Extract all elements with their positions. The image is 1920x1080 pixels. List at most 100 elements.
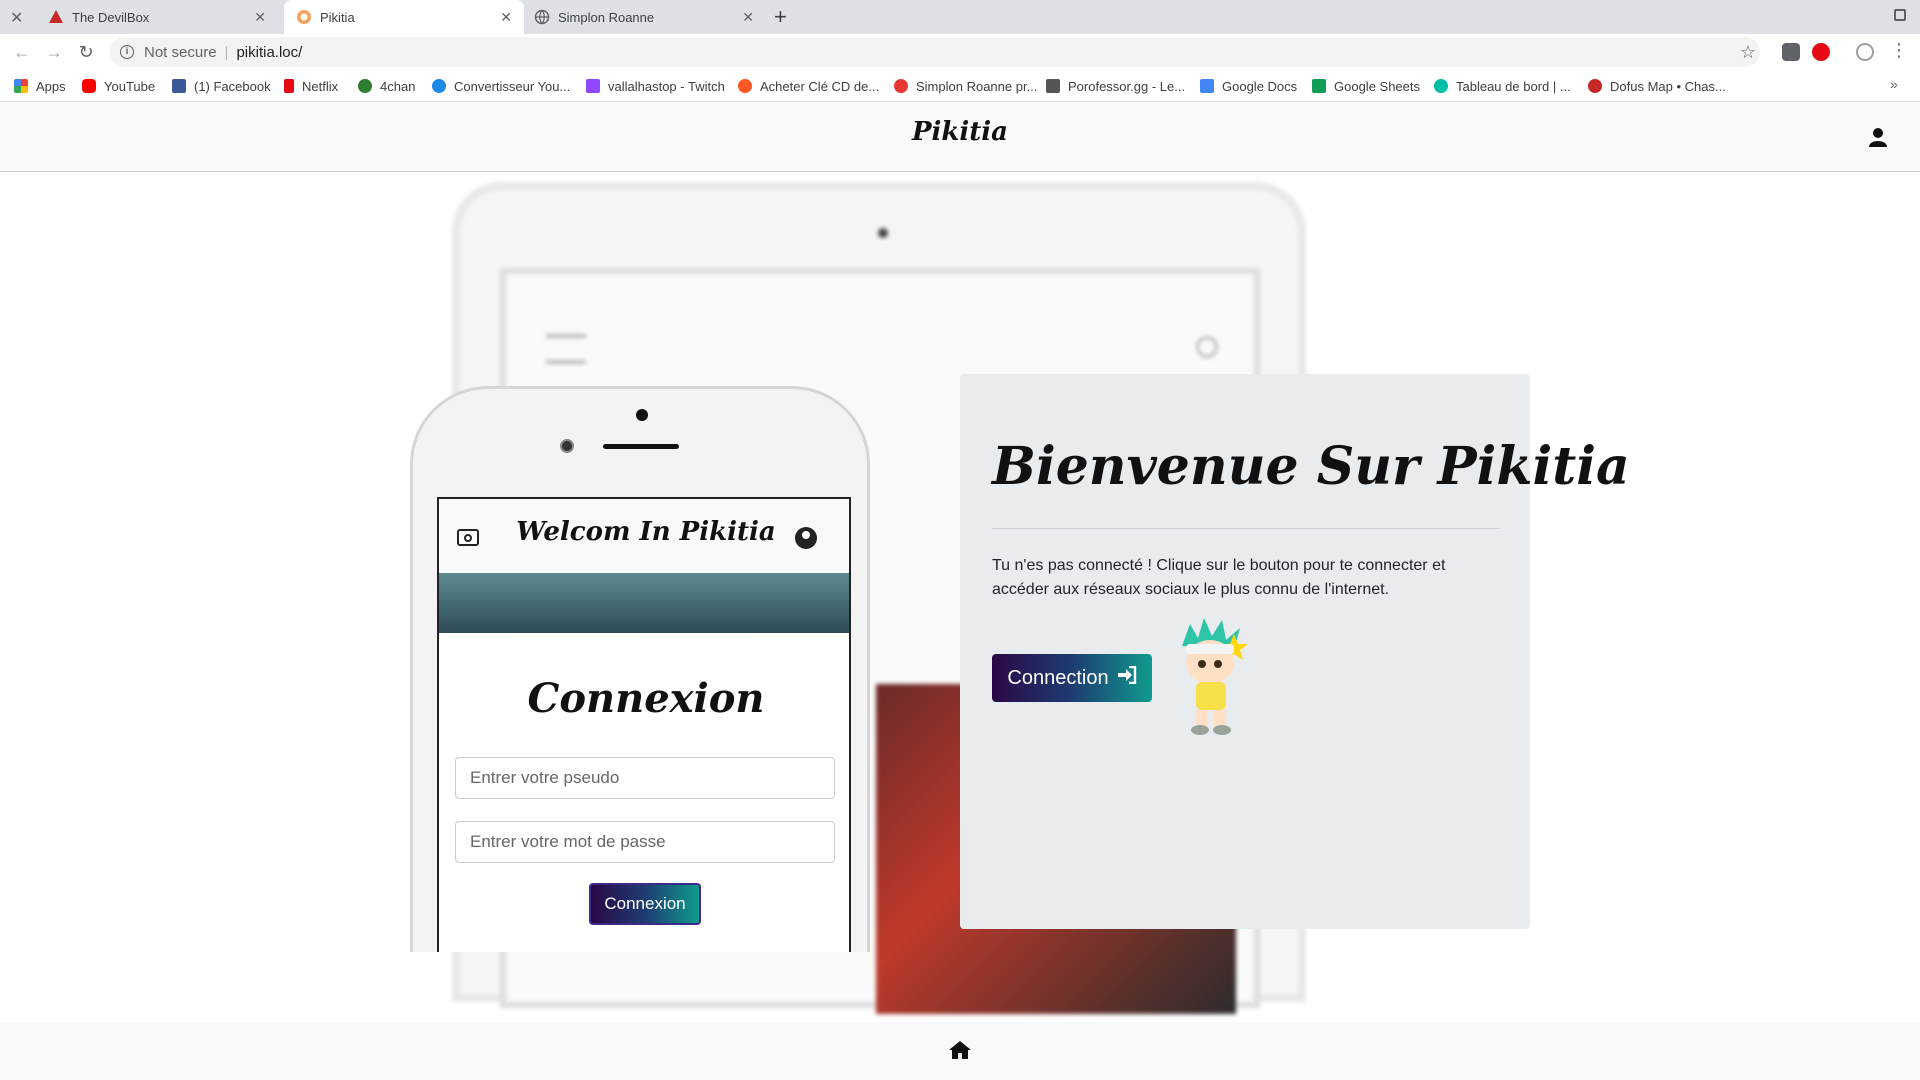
bookmark-label: Acheter Clé CD de... bbox=[760, 78, 880, 94]
bookmark-porofessor[interactable]: Porofessor.gg - Le... bbox=[1046, 76, 1185, 96]
welcome-text: Tu n'es pas connecté ! Clique sur le bou… bbox=[992, 557, 1446, 598]
browser-toolbar: ← → ↻ i Not secure | pikitia.loc/ ☆ ⋮ bbox=[0, 34, 1920, 70]
devilbox-icon bbox=[48, 9, 64, 25]
google-sheets-icon bbox=[1312, 79, 1326, 93]
search-icon bbox=[1196, 336, 1218, 358]
site-navbar: Pikitia bbox=[0, 103, 1920, 172]
bookmark-star-icon[interactable]: ☆ bbox=[1738, 42, 1758, 62]
bookmark-label: (1) Facebook bbox=[194, 78, 271, 94]
bookmark-label: Simplon Roanne pr... bbox=[916, 78, 1038, 94]
back-icon[interactable]: ← bbox=[12, 42, 32, 62]
pseudo-input: Entrer votre pseudo bbox=[455, 757, 835, 799]
site-brand[interactable]: Pikitia bbox=[0, 117, 1920, 147]
bookmark-apps[interactable]: Apps bbox=[14, 76, 66, 96]
simplon-icon bbox=[894, 79, 908, 93]
bookmark-label: Convertisseur You... bbox=[454, 78, 571, 94]
bookmark-acheter[interactable]: Acheter Clé CD de... bbox=[738, 76, 879, 96]
phone-connexion-button: Connexion bbox=[589, 883, 701, 925]
reload-icon[interactable]: ↻ bbox=[76, 42, 96, 62]
mascot-image bbox=[1172, 616, 1252, 736]
sign-in-icon bbox=[1117, 665, 1137, 690]
bookmark-label: Tableau de bord | ... bbox=[1456, 78, 1571, 94]
phone-banner-image bbox=[439, 573, 849, 633]
card-divider bbox=[992, 528, 1500, 529]
convert-icon bbox=[432, 79, 446, 93]
phone-speaker bbox=[603, 444, 679, 449]
url-separator: | bbox=[224, 43, 229, 61]
bookmarks-bar: Apps YouTube (1) Facebook Netflix 4chan … bbox=[0, 70, 1920, 102]
tab-devilbox[interactable]: The DevilBox ✕ bbox=[48, 0, 278, 34]
restore-window-icon[interactable] bbox=[1894, 9, 1906, 21]
pikitia-favicon bbox=[296, 9, 312, 25]
google-docs-icon bbox=[1200, 79, 1214, 93]
user-icon[interactable] bbox=[1868, 127, 1888, 152]
phone-illustration: Welcom In Pikitia Connexion Entrer votre… bbox=[410, 386, 870, 952]
security-label: Not secure bbox=[144, 43, 217, 61]
url-text[interactable]: pikitia.loc/ bbox=[236, 44, 302, 61]
extension-icon[interactable] bbox=[1782, 43, 1800, 61]
tablet-camera bbox=[878, 228, 888, 238]
bookmark-label: Netflix bbox=[302, 78, 339, 94]
bookmark-simplon[interactable]: Simplon Roanne pr... bbox=[894, 76, 1037, 96]
phone-front-camera bbox=[560, 439, 574, 453]
bookmark-label: vallalhastop - Twitch bbox=[608, 78, 725, 94]
bookmark-twitch[interactable]: vallalhastop - Twitch bbox=[586, 76, 725, 96]
bookmark-label: 4chan bbox=[380, 78, 416, 94]
youtube-icon bbox=[82, 79, 96, 93]
home-icon[interactable] bbox=[948, 1040, 972, 1065]
connection-label: Connection bbox=[1007, 666, 1109, 689]
hamburger-icon bbox=[546, 334, 586, 364]
facebook-icon bbox=[172, 79, 186, 93]
globe-icon bbox=[534, 9, 550, 25]
address-bar[interactable]: i Not secure | pikitia.loc/ bbox=[110, 37, 1760, 67]
close-tab-icon[interactable]: ✕ bbox=[742, 9, 754, 26]
bookmark-4chan[interactable]: 4chan bbox=[358, 76, 415, 96]
bookmark-label: Apps bbox=[36, 78, 66, 94]
welcome-card: Bienvenue Sur Pikitia Tu n'es pas connec… bbox=[960, 374, 1630, 929]
tab-pikitia[interactable]: Pikitia ✕ bbox=[284, 0, 524, 34]
info-icon[interactable]: i bbox=[120, 45, 134, 59]
bookmark-google-docs[interactable]: Google Docs bbox=[1200, 76, 1297, 96]
twitch-icon bbox=[586, 79, 600, 93]
bookmark-label: Google Sheets bbox=[1334, 78, 1421, 94]
phone-camera bbox=[636, 409, 648, 421]
opera-extension-icon[interactable] bbox=[1812, 43, 1830, 61]
phone-header: Welcom In Pikitia bbox=[439, 499, 849, 573]
bookmark-facebook[interactable]: (1) Facebook bbox=[172, 76, 271, 96]
password-input: Entrer votre mot de passe bbox=[455, 821, 835, 863]
clover-icon bbox=[358, 79, 372, 93]
bookmark-netflix[interactable]: Netflix bbox=[284, 76, 338, 96]
bookmark-tableau[interactable]: Tableau de bord | ... bbox=[1434, 76, 1571, 96]
tableau-icon bbox=[1434, 79, 1448, 93]
site-footer bbox=[0, 1022, 1920, 1080]
welcome-title: Bienvenue Sur Pikitia bbox=[992, 436, 1630, 497]
porofessor-icon bbox=[1046, 79, 1060, 93]
close-window-icon[interactable]: ✕ bbox=[10, 8, 23, 28]
ig-icon bbox=[738, 79, 752, 93]
tab-label: The DevilBox bbox=[72, 9, 150, 25]
bookmark-youtube[interactable]: YouTube bbox=[82, 76, 155, 96]
tab-label: Pikitia bbox=[320, 9, 355, 25]
menu-icon[interactable]: ⋮ bbox=[1890, 40, 1908, 61]
dofus-icon bbox=[1588, 79, 1602, 93]
phone-header-title: Welcom In Pikitia bbox=[516, 517, 776, 547]
connection-button[interactable]: Connection bbox=[992, 654, 1152, 702]
netflix-icon bbox=[284, 79, 294, 93]
new-tab-icon[interactable]: + bbox=[774, 4, 787, 30]
bookmark-label: Google Docs bbox=[1222, 78, 1298, 94]
bookmark-label: YouTube bbox=[104, 78, 156, 94]
close-tab-icon[interactable]: ✕ bbox=[254, 9, 266, 26]
bookmark-google-sheets[interactable]: Google Sheets bbox=[1312, 76, 1420, 96]
bookmark-dofus[interactable]: Dofus Map • Chas... bbox=[1588, 76, 1726, 96]
close-tab-icon[interactable]: ✕ bbox=[500, 9, 512, 26]
bookmark-convertisseur[interactable]: Convertisseur You... bbox=[432, 76, 570, 96]
bookmark-label: Dofus Map • Chas... bbox=[1610, 78, 1726, 94]
tab-simplon[interactable]: Simplon Roanne ✕ bbox=[534, 0, 766, 34]
tab-strip: ✕ The DevilBox ✕ Pikitia ✕ Simplon Roann… bbox=[0, 0, 1920, 34]
profile-icon[interactable] bbox=[1856, 43, 1874, 61]
phone-screen: Welcom In Pikitia Connexion Entrer votre… bbox=[437, 497, 851, 952]
more-bookmarks-icon[interactable]: » bbox=[1890, 76, 1898, 92]
forward-icon[interactable]: → bbox=[44, 42, 64, 62]
apps-grid-icon bbox=[14, 79, 28, 93]
phone-form-title: Connexion bbox=[527, 675, 765, 722]
